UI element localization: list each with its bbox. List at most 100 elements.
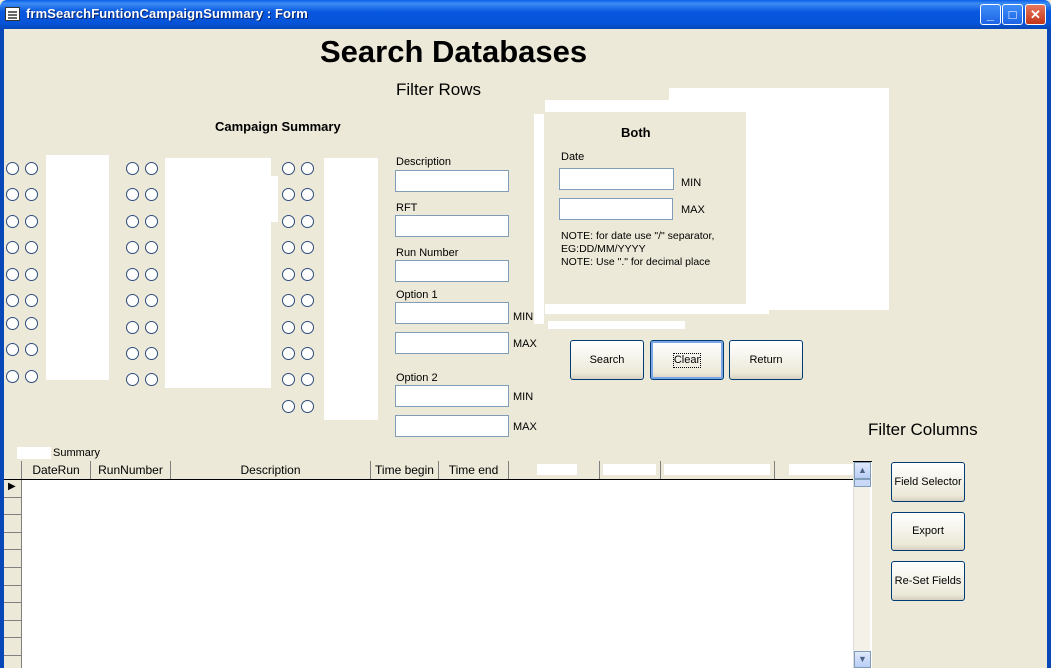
option-radio[interactable] [126,373,139,386]
option-radio[interactable] [25,241,38,254]
option-radio[interactable] [282,400,295,413]
option-radio[interactable] [282,347,295,360]
run-number-field[interactable] [395,260,509,282]
option-radio[interactable] [25,188,38,201]
option-radio[interactable] [6,162,19,175]
option-radio[interactable] [145,373,158,386]
option-radio[interactable] [301,188,314,201]
option-radio[interactable] [301,241,314,254]
clear-button[interactable]: Clear [650,340,724,380]
search-button[interactable]: Search [570,340,644,380]
option-radio[interactable] [282,188,295,201]
option-radio[interactable] [6,215,19,228]
option-radio[interactable] [145,268,158,281]
scroll-up-button[interactable]: ▲ [854,462,871,479]
summary-label: Summary [53,447,101,459]
minimize-button[interactable]: _ [980,4,1001,25]
option-radio[interactable] [126,347,139,360]
date-max-field[interactable] [559,198,673,220]
option-radio[interactable] [145,294,158,307]
option-radio[interactable] [126,162,139,175]
option-radio[interactable] [6,241,19,254]
date-label: Date [561,151,585,163]
campaign-summary-label: Campaign Summary [215,119,341,134]
record-selector[interactable]: ▶ [4,480,22,668]
export-button[interactable]: Export [891,512,965,551]
return-button-label: Return [749,354,783,366]
option-radio[interactable] [6,294,19,307]
option-radio[interactable] [126,215,139,228]
column-header[interactable]: DateRun [22,461,91,479]
option-radio[interactable] [126,321,139,334]
date-note: NOTE: for date use "/" separator, [561,230,715,242]
scroll-down-button[interactable]: ▼ [854,651,871,668]
datasheet-scrollbar[interactable]: ▲ ▼ [853,462,871,668]
option-radio[interactable] [282,373,295,386]
option-radio[interactable] [301,347,314,360]
option-radio[interactable] [25,215,38,228]
option-radio[interactable] [6,317,19,330]
option1-max-field[interactable] [395,332,509,354]
option1-min-label: MIN [513,311,534,323]
return-button[interactable]: Return [729,340,803,380]
campaign-list-2[interactable] [165,158,271,388]
option-radio[interactable] [282,321,295,334]
column-header[interactable]: RunNumber [91,461,171,479]
column-header[interactable] [775,461,853,479]
rft-field[interactable] [395,215,509,237]
option-radio[interactable] [145,321,158,334]
option-radio[interactable] [126,188,139,201]
column-header[interactable]: Time end [439,461,509,479]
option-radio[interactable] [126,294,139,307]
option-radio[interactable] [301,400,314,413]
campaign-list-1[interactable] [46,155,109,380]
option-radio[interactable] [6,188,19,201]
search-button-label: Search [589,354,625,366]
option-radio[interactable] [145,162,158,175]
option-radio[interactable] [126,241,139,254]
option-radio[interactable] [6,343,19,356]
option-radio[interactable] [126,268,139,281]
option-radio[interactable] [25,294,38,307]
option-radio[interactable] [301,215,314,228]
maximize-button[interactable]: □ [1002,4,1023,25]
option-radio[interactable] [301,373,314,386]
option-radio[interactable] [25,317,38,330]
description-field[interactable] [395,170,509,192]
option-radio[interactable] [6,268,19,281]
reset-fields-button[interactable]: Re-Set Fields [891,561,965,601]
option-radio[interactable] [145,188,158,201]
column-header[interactable]: Description [171,461,371,479]
option-radio[interactable] [282,294,295,307]
option-radio[interactable] [25,162,38,175]
column-header[interactable] [661,461,775,479]
datasheet-header: DateRun RunNumber Description Time begin… [4,461,853,480]
date-min-field[interactable] [559,168,674,190]
column-header[interactable] [509,461,600,479]
option1-min-field[interactable] [395,302,509,324]
option2-max-field[interactable] [395,415,509,437]
option-radio[interactable] [282,268,295,281]
option-radio[interactable] [25,268,38,281]
results-datasheet[interactable] [4,461,872,668]
option-radio[interactable] [145,241,158,254]
column-header[interactable]: Time begin [371,461,439,479]
option-radio[interactable] [25,343,38,356]
field-selector-button[interactable]: Field Selector [891,462,965,502]
option-radio[interactable] [282,241,295,254]
option-radio[interactable] [145,215,158,228]
close-button[interactable]: ✕ [1025,4,1046,25]
option-radio[interactable] [145,347,158,360]
option2-min-field[interactable] [395,385,509,407]
scroll-thumb[interactable] [854,479,871,487]
option-radio[interactable] [301,162,314,175]
option-radio[interactable] [301,321,314,334]
option-radio[interactable] [301,268,314,281]
option-radio[interactable] [301,294,314,307]
option-radio[interactable] [282,215,295,228]
column-header[interactable] [600,461,661,479]
option-radio[interactable] [282,162,295,175]
option-radio[interactable] [25,370,38,383]
option-radio[interactable] [6,370,19,383]
campaign-list-3[interactable] [324,158,378,420]
